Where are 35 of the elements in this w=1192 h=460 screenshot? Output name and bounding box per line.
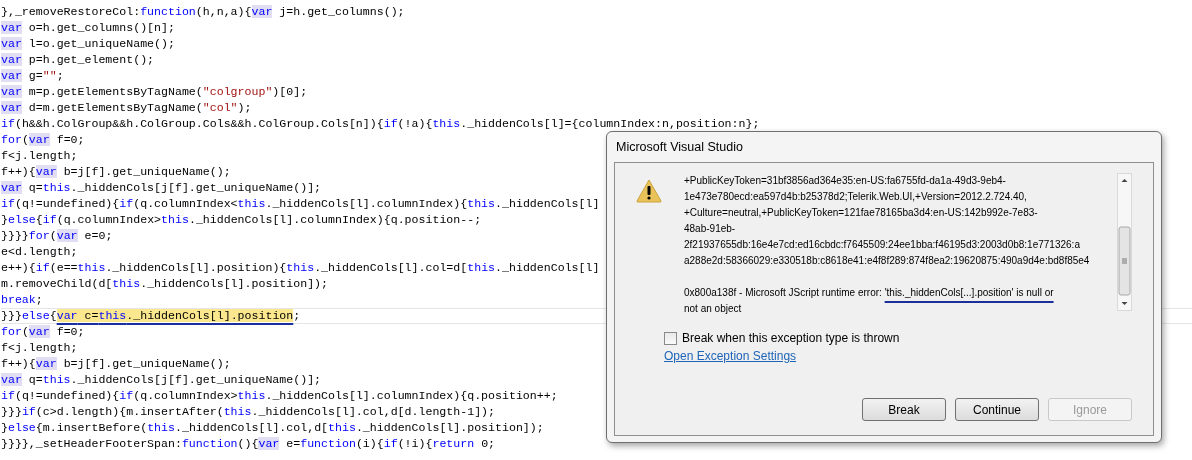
code-line: }}}}for(var e=0; <box>1 228 113 244</box>
code-line: }else{m.insertBefore(this._hiddenCols[l].col,d[this._hiddenCols[l].position]); <box>1 420 544 436</box>
scrollbar[interactable] <box>1117 173 1132 311</box>
code-line: },_removeRestoreCol:function(h,n,a){var j=h.get_columns(); <box>1 4 405 20</box>
code-line: m.removeChild(d[this._hiddenCols[l].position]); <box>1 276 329 292</box>
code-line: f<j.length; <box>1 148 78 164</box>
code-line: for(var f=0; <box>1 132 85 148</box>
code-line: var g=""; <box>1 68 64 84</box>
code-line: for(var f=0; <box>1 324 85 340</box>
code-line: }}}},_setHeaderFooterSpan:function(){var e=function(i){if(!i){return 0; <box>1 436 496 452</box>
code-line: if(q!=undefined){if(q.columnIndex<this._hiddenCols[l].columnIndex){this._hiddenCols[l] <box>1 196 600 212</box>
exception-settings-link[interactable]: Open Exception Settings <box>664 349 797 363</box>
code-line: break; <box>1 292 43 308</box>
code-line: var o=h.get_columns()[n]; <box>1 20 175 36</box>
code-line: }else{if(q.columnIndex>this._hiddenCols[l].columnIndex){q.position--; <box>1 212 482 228</box>
exception-details: +PublicKeyToken=31bf3856ad364e35:en-US:fa6755fd-da1a-49d3-9eb4- 1e473e780ecd:ea597d4b:b25378d2;Telerik.Web.UI,+Version=2012.2.724.40, +Culture=neutral,+PublicKeyToken=121fae78165ba3d4:en-US:142b992e-7e83- 48ab-91eb- 2f21937655db:16e4e7cd:ed16cbdc:f7645509:24ee1bba:f46195d3:2003d0b8:1e771326:a a288e2d:58366029:e330518b:c8618e41:e4f8f289:874f8ea2:19620875:490a9d4e:bd8f85e4 <box>684 174 1091 268</box>
code-line: f++){var b=j[f].get_uniqueName(); <box>1 356 231 372</box>
code-line: f<j.length; <box>1 340 78 356</box>
dialog-button[interactable]: Continue <box>955 398 1039 421</box>
code-line: if(h&&h.ColGroup&&h.ColGroup.Cols&&h.ColGroup.Cols[n]){if(!a){this._hiddenCols[l]={columnIndex:n,position:n}; <box>1 116 760 132</box>
warning-icon <box>636 179 662 203</box>
window-title: Microsoft Visual Studio <box>615 139 743 155</box>
checkbox[interactable] <box>664 331 677 345</box>
code-line: if(q!=undefined){if(q.columnIndex>this._hiddenCols[l].columnIndex){q.position++; <box>1 388 558 404</box>
code-line: var d=m.getElementsByTagName("col"); <box>1 100 252 116</box>
code-line: var m=p.getElementsByTagName("colgroup")[0]; <box>1 84 308 100</box>
code-line: f++){var b=j[f].get_uniqueName(); <box>1 164 231 180</box>
code-line: }}}if(c>d.length){m.insertAfter(this._hiddenCols[l].col,d[d.length-1]); <box>1 404 495 420</box>
dialog-button[interactable]: Break <box>862 398 946 421</box>
code-line: var q=this._hiddenCols[j[f].get_uniqueName()]; <box>1 180 322 196</box>
code-line: var q=this._hiddenCols[j[f].get_uniqueName()]; <box>1 372 322 388</box>
code-line: e++){if(e==this._hiddenCols[l].position){this._hiddenCols[l].col=d[this._hiddenCols[l] <box>1 260 600 276</box>
code-line: var p=h.get_element(); <box>1 52 155 68</box>
code-line: e<d.length; <box>1 244 78 260</box>
code-line: var l=o.get_uniqueName(); <box>1 36 175 52</box>
